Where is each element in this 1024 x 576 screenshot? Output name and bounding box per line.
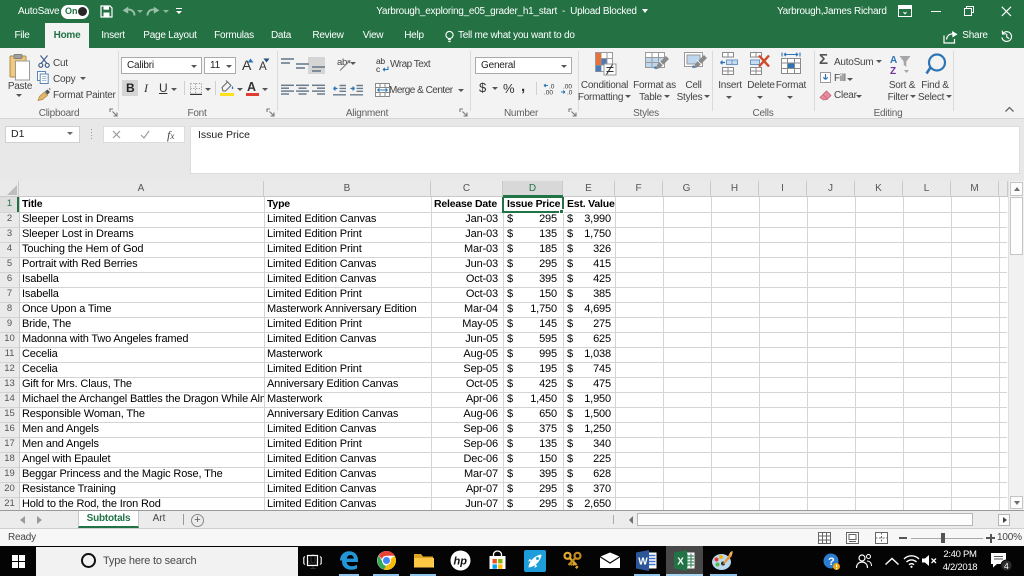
svg-text:.00: .00 xyxy=(544,90,553,96)
svg-text:Z: Z xyxy=(890,66,896,76)
svg-text:W: W xyxy=(638,557,648,568)
svg-text:hp: hp xyxy=(454,556,468,568)
svg-text:A: A xyxy=(890,55,897,66)
svg-text:ab: ab xyxy=(337,57,347,68)
svg-text:4: 4 xyxy=(1004,561,1009,571)
svg-text:X: X xyxy=(677,557,684,568)
